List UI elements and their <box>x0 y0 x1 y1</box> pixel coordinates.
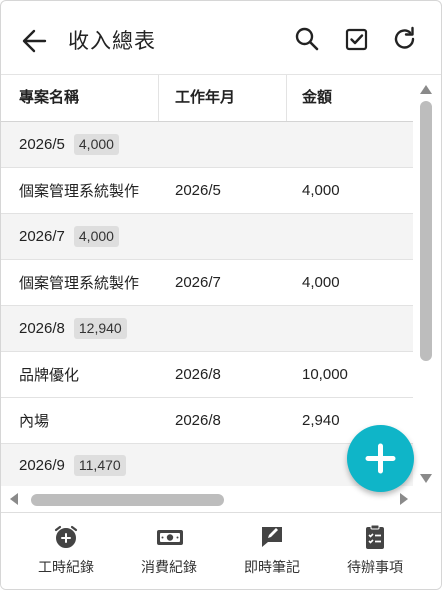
refresh-icon <box>394 26 415 49</box>
group-row[interactable]: 2026/7 4,000 <box>1 214 413 260</box>
alarm-clock-plus-icon <box>54 525 78 548</box>
cell-amount: 4,000 <box>302 274 340 291</box>
refresh-button[interactable] <box>391 25 419 53</box>
table-row[interactable]: 品牌優化 2026/8 10,000 <box>1 352 413 398</box>
cell-amount: 2,940 <box>302 412 340 429</box>
column-divider[interactable] <box>158 75 159 121</box>
scroll-down-arrow-icon[interactable] <box>413 468 441 488</box>
scroll-up-arrow-icon[interactable] <box>413 79 441 99</box>
cell-project: 內場 <box>19 413 50 430</box>
table-row[interactable]: 個案管理系統製作 2026/7 4,000 <box>1 260 413 306</box>
nav-label: 即時筆記 <box>244 559 300 575</box>
app-bar: 收入總表 <box>1 1 441 74</box>
cell-month: 2026/5 <box>175 182 221 199</box>
app-window: 收入總表 專案名稱 工作年月 金額 2026/5 4,000 個案管理系統製作 … <box>0 0 442 590</box>
group-month: 2026/7 <box>19 228 65 245</box>
add-record-button[interactable] <box>347 425 414 492</box>
cell-amount: 4,000 <box>302 182 340 199</box>
cell-project: 品牌優化 <box>19 367 80 384</box>
search-icon <box>295 27 319 51</box>
checkbox-icon <box>345 28 368 51</box>
group-total-badge: 12,940 <box>73 318 127 339</box>
group-total-badge: 4,000 <box>73 226 119 247</box>
search-button[interactable] <box>293 25 321 53</box>
nav-item-todo[interactable]: 待辦事項 <box>325 513 425 589</box>
note-edit-icon <box>262 527 282 547</box>
group-row[interactable]: 2026/5 4,000 <box>1 122 413 168</box>
cash-icon <box>157 530 183 545</box>
nav-item-expenses[interactable]: 消費紀錄 <box>119 513 219 589</box>
group-row[interactable]: 2026/8 12,940 <box>1 306 413 352</box>
group-month: 2026/9 <box>19 456 65 474</box>
cell-month: 2026/8 <box>175 412 221 429</box>
group-month: 2026/5 <box>19 136 65 153</box>
nav-label: 待辦事項 <box>347 559 403 575</box>
nav-label: 工時紀錄 <box>38 559 94 575</box>
cell-month: 2026/7 <box>175 274 221 291</box>
column-header-amount[interactable]: 金額 <box>302 75 332 121</box>
back-button[interactable] <box>19 26 49 56</box>
cell-amount: 10,000 <box>302 366 348 383</box>
clipboard-checklist-icon <box>366 524 384 549</box>
nav-label: 消費紀錄 <box>141 559 197 575</box>
nav-item-quick-notes[interactable]: 即時筆記 <box>222 513 322 589</box>
plus-icon <box>365 443 396 474</box>
column-divider[interactable] <box>286 75 287 121</box>
group-total-badge: 4,000 <box>73 134 119 155</box>
cell-project: 個案管理系統製作 <box>19 275 140 292</box>
page-title: 收入總表 <box>68 30 156 53</box>
scroll-left-arrow-icon[interactable] <box>5 486 25 512</box>
bottom-navigation: 工時紀錄 消費紀錄 即時筆記 待辦事項 <box>1 512 441 589</box>
arrow-left-icon <box>22 29 47 53</box>
column-header-project[interactable]: 專案名稱 <box>19 75 79 121</box>
select-button[interactable] <box>343 25 371 53</box>
column-header-month[interactable]: 工作年月 <box>175 75 235 121</box>
nav-item-work-hours[interactable]: 工時紀錄 <box>16 513 116 589</box>
group-month: 2026/8 <box>19 320 65 337</box>
vertical-scrollbar[interactable] <box>413 75 441 486</box>
horizontal-scroll-thumb[interactable] <box>31 494 224 506</box>
table-header: 專案名稱 工作年月 金額 <box>1 75 413 122</box>
cell-month: 2026/8 <box>175 366 221 383</box>
cell-project: 個案管理系統製作 <box>19 183 140 200</box>
vertical-scroll-thumb[interactable] <box>420 101 432 361</box>
group-total-badge: 11,470 <box>73 454 126 476</box>
table-row[interactable]: 個案管理系統製作 2026/5 4,000 <box>1 168 413 214</box>
